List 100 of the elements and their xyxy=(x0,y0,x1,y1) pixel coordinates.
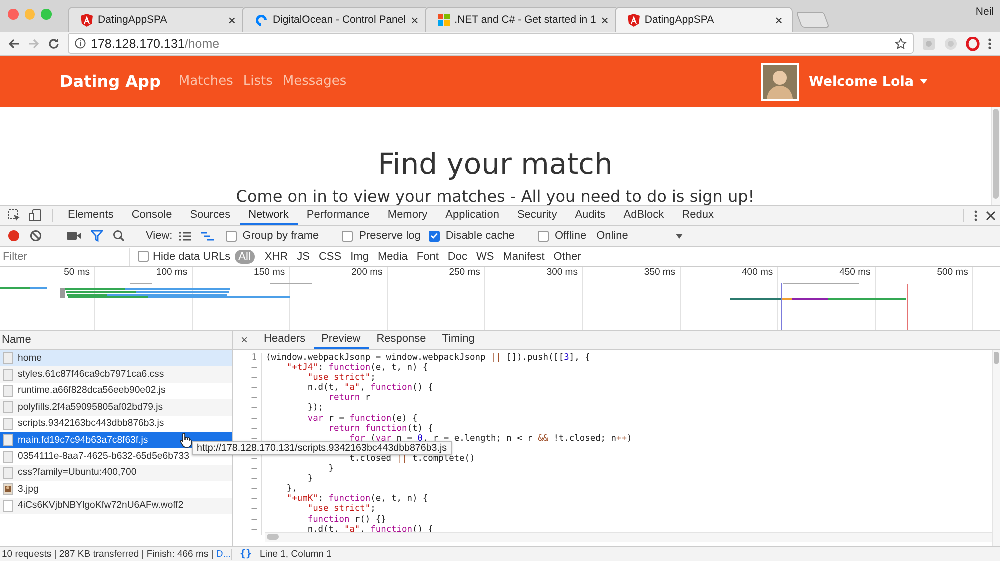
request-row[interactable]: home xyxy=(0,350,232,366)
back-icon[interactable] xyxy=(8,38,20,50)
star-icon[interactable] xyxy=(895,38,907,50)
view-label: View: xyxy=(146,230,173,242)
checkbox[interactable] xyxy=(138,251,149,262)
camera-icon[interactable] xyxy=(67,231,81,241)
line-number: – xyxy=(233,524,262,535)
document-icon xyxy=(3,450,13,463)
document-icon xyxy=(3,368,13,381)
line-number: – xyxy=(233,464,262,474)
shield-icon xyxy=(81,14,93,26)
devtools-tab[interactable]: Console xyxy=(122,206,182,225)
column-header[interactable]: Name xyxy=(0,331,232,350)
line-number: – xyxy=(233,383,262,394)
browser-tab[interactable]: DatingAppSPA × xyxy=(68,7,246,32)
checkbox[interactable] xyxy=(538,230,549,242)
document-icon xyxy=(3,352,13,364)
pretty-print-button[interactable]: {} xyxy=(240,549,252,560)
list-view-icon[interactable] xyxy=(178,232,191,240)
filter-icon[interactable] xyxy=(91,230,103,242)
devtools-tab[interactable]: Security xyxy=(508,206,566,225)
line-number: – xyxy=(233,393,262,404)
code-line: return function(t) { xyxy=(328,424,434,434)
type-filter[interactable]: Other xyxy=(550,250,586,264)
scrollbar[interactable] xyxy=(265,532,992,542)
checkbox-label: Group by frame xyxy=(242,230,320,242)
type-filter[interactable]: CSS xyxy=(314,250,346,264)
document-icon xyxy=(3,434,13,446)
devtools-tab[interactable]: Redux xyxy=(673,206,723,225)
browser-tab[interactable]: DatingAppSPA × xyxy=(614,7,793,32)
search-icon[interactable] xyxy=(113,230,125,242)
throttling-dropdown[interactable]: Online xyxy=(596,230,684,242)
hand-cursor-icon xyxy=(180,433,192,448)
detail-tab[interactable]: Preview xyxy=(314,331,369,349)
request-row[interactable]: runtime.a66f828dca56eeb90e02.js xyxy=(0,382,232,400)
request-row[interactable]: polyfills.2f4a59095805af02bd79.js xyxy=(0,399,232,416)
document-icon xyxy=(3,401,13,414)
record-icon[interactable] xyxy=(8,230,20,242)
close-button[interactable]: × xyxy=(233,331,256,349)
request-row[interactable]: css?family=Ubuntu:400,700 xyxy=(0,464,232,482)
detail-tab[interactable]: Headers xyxy=(256,331,314,349)
browser-tab[interactable]: .NET and C# - Get started in 1 × xyxy=(424,7,619,32)
type-filter[interactable]: WS xyxy=(472,250,498,264)
image-icon xyxy=(3,483,13,496)
tooltip: http://178.128.170.131/scripts.9342163bc443dbb876b3.js xyxy=(192,441,452,455)
caret-icon xyxy=(676,234,684,238)
line-number: – xyxy=(233,363,262,374)
scrollbar[interactable] xyxy=(991,107,1000,205)
devtools-tab[interactable]: Sources xyxy=(181,206,240,225)
close-icon[interactable] xyxy=(986,210,996,220)
line-number: – xyxy=(233,484,262,494)
checkbox[interactable] xyxy=(226,230,237,242)
request-row[interactable]: scripts.9342163bc443dbb876b3.js xyxy=(0,416,232,432)
devtools-tab[interactable]: Performance xyxy=(298,206,379,225)
checkbox-label: Hide data URLs xyxy=(153,250,231,262)
page-subtitle: Come on in to view your matches - All you need to do is sign up! xyxy=(235,187,756,205)
detail-tab[interactable]: Response xyxy=(368,331,434,349)
profile-name[interactable]: Neil xyxy=(976,6,994,18)
type-filter[interactable]: Manifest xyxy=(499,250,549,264)
code-line: } xyxy=(328,464,334,474)
line-number: – xyxy=(233,403,262,414)
devtools-tab[interactable]: Memory xyxy=(378,206,437,225)
close-window-button[interactable] xyxy=(8,9,19,20)
type-filter[interactable]: Media xyxy=(374,250,412,264)
caret-icon xyxy=(920,79,928,84)
code-line: n.d(t, "a", function() { xyxy=(306,383,434,394)
checkbox[interactable] xyxy=(428,230,440,242)
checkbox-label: Offline xyxy=(554,230,587,242)
detail-tab[interactable]: Timing xyxy=(434,331,483,349)
devtools-tab[interactable]: Elements xyxy=(59,206,123,225)
type-filter[interactable]: Doc xyxy=(444,250,472,264)
squares-icon xyxy=(438,14,450,26)
inspect-icon[interactable] xyxy=(8,209,21,222)
clear-icon[interactable] xyxy=(30,230,42,242)
status-link[interactable]: D... xyxy=(216,549,231,560)
request-row[interactable]: 3.jpg xyxy=(0,481,232,498)
code-line: var r = function(e) { xyxy=(306,414,418,424)
request-row[interactable]: styles.61c87f46ca9cb7971ca6.css xyxy=(0,366,232,383)
line-number: – xyxy=(233,414,262,424)
type-filter[interactable]: Img xyxy=(346,250,373,264)
scrollbar[interactable] xyxy=(992,350,1000,546)
address-bar[interactable]: 178.128.170.131/home xyxy=(68,33,914,54)
devtools-tab[interactable]: Audits xyxy=(566,206,615,225)
code-line: } xyxy=(306,474,314,484)
checkbox[interactable] xyxy=(342,230,354,242)
ring-icon[interactable] xyxy=(966,36,980,50)
browser-tab[interactable]: DigitalOcean - Control Panel × xyxy=(242,7,429,32)
device-icon[interactable] xyxy=(29,209,42,222)
type-filter[interactable]: JS xyxy=(293,250,314,264)
menu-icon[interactable] xyxy=(988,38,992,50)
waterfall-view-icon[interactable] xyxy=(200,232,214,240)
devtools-tab[interactable]: Application xyxy=(436,206,508,225)
code-line: }); xyxy=(306,403,324,414)
type-filter[interactable]: XHR xyxy=(260,250,292,264)
more-icon[interactable] xyxy=(974,210,978,222)
reload-icon[interactable] xyxy=(48,38,60,50)
file-icon xyxy=(3,500,13,512)
type-filter[interactable]: Font xyxy=(412,250,443,264)
devtools-tab[interactable]: AdBlock xyxy=(614,206,674,225)
request-row[interactable]: 4iCs6KVjbNBYlgoKfw72nU6AFw.woff2 xyxy=(0,498,232,514)
